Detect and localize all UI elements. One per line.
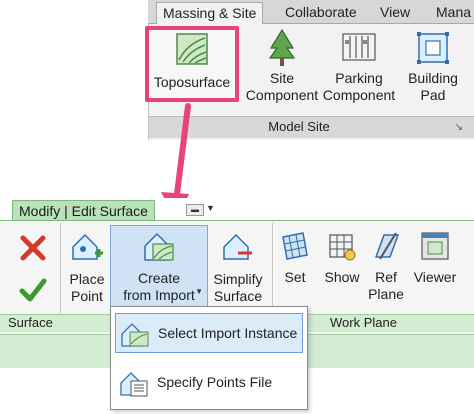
massing-site-ribbon: Massing & Site Collaborate View Mana Top…: [145, 0, 474, 140]
place-point-icon: [72, 233, 103, 260]
viewer-icon: [421, 232, 449, 260]
simplify-surface-button[interactable]: Simplify Surface: [208, 229, 268, 305]
building-pad-icon: [417, 32, 449, 64]
viewer-label: Viewer: [413, 269, 457, 285]
show-label: Show: [324, 269, 360, 285]
toposurface-label: Toposurface: [153, 74, 231, 90]
site-component-label: Site Component: [245, 70, 319, 103]
select-import-instance-label: Select Import Instance: [158, 325, 298, 341]
model-site-panel: Toposurface Site Component Parking Compo…: [145, 24, 474, 140]
simplify-surface-label: Simplify Surface: [213, 271, 263, 304]
parking-component-button[interactable]: Parking Component: [319, 28, 399, 104]
parking-icon: [342, 33, 376, 61]
tab-manage[interactable]: Mana: [430, 2, 474, 24]
toposurface-icon: [176, 33, 208, 65]
chevron-down-icon[interactable]: ▼: [206, 203, 215, 213]
context-tab-bar: Modify | Edit Surface ▬ ▼: [0, 198, 474, 221]
viewer-button[interactable]: Viewer: [410, 229, 460, 286]
select-import-instance-item[interactable]: Select Import Instance: [115, 313, 303, 353]
set-label: Set: [284, 269, 306, 285]
create-from-import-icon: [144, 232, 174, 261]
import-instance-icon: [121, 323, 149, 347]
set-work-plane-button[interactable]: Set: [276, 229, 314, 286]
parking-component-label: Parking Component: [322, 70, 396, 103]
create-from-import-menu: Select Import Instance Specify Points Fi…: [110, 306, 308, 410]
model-site-footer: Model Site ↘: [149, 116, 474, 138]
specify-points-file-label: Specify Points File: [157, 374, 273, 390]
surface-group-label-text: Surface: [8, 315, 53, 330]
tab-view[interactable]: View: [374, 2, 416, 24]
create-from-import-button[interactable]: Create from Import ▼: [110, 225, 208, 309]
toposurface-button[interactable]: Toposurface: [145, 26, 239, 102]
cancel-icon[interactable]: [18, 233, 48, 263]
ref-plane-button[interactable]: Ref Plane: [366, 229, 406, 303]
grid-plane-icon: [282, 232, 308, 260]
building-pad-label: Building Pad: [408, 70, 458, 103]
ref-plane-label: Ref Plane: [368, 269, 404, 302]
finish-checkmark-icon[interactable]: [18, 275, 48, 305]
tree-icon: [268, 28, 296, 66]
ref-plane-icon: [374, 232, 400, 260]
ribbon-tab-bar: Massing & Site Collaborate View Mana: [148, 0, 474, 25]
panel-toggle-icon[interactable]: ▬: [186, 204, 204, 216]
specify-points-file-item[interactable]: Specify Points File: [115, 363, 303, 403]
dropdown-caret-icon[interactable]: ▼: [195, 287, 203, 296]
tab-collaborate[interactable]: Collaborate: [279, 2, 363, 24]
site-component-button[interactable]: Site Component: [245, 28, 319, 104]
show-plane-icon: [329, 234, 356, 261]
dialog-launcher-icon[interactable]: ↘: [455, 122, 463, 133]
create-from-import-label: Create from Import: [123, 270, 195, 303]
show-work-plane-button[interactable]: Show: [322, 229, 362, 286]
points-file-icon: [120, 372, 148, 397]
place-point-button[interactable]: Place Point: [64, 229, 110, 305]
work-plane-group-label-text: Work Plane: [330, 315, 397, 330]
tab-massing-site[interactable]: Massing & Site: [156, 2, 264, 25]
model-site-label: Model Site: [268, 119, 330, 134]
tab-modify-edit-surface[interactable]: Modify | Edit Surface: [12, 200, 155, 221]
place-point-label: Place Point: [69, 271, 105, 304]
simplify-surface-icon: [223, 233, 252, 260]
building-pad-button[interactable]: Building Pad: [401, 28, 465, 104]
